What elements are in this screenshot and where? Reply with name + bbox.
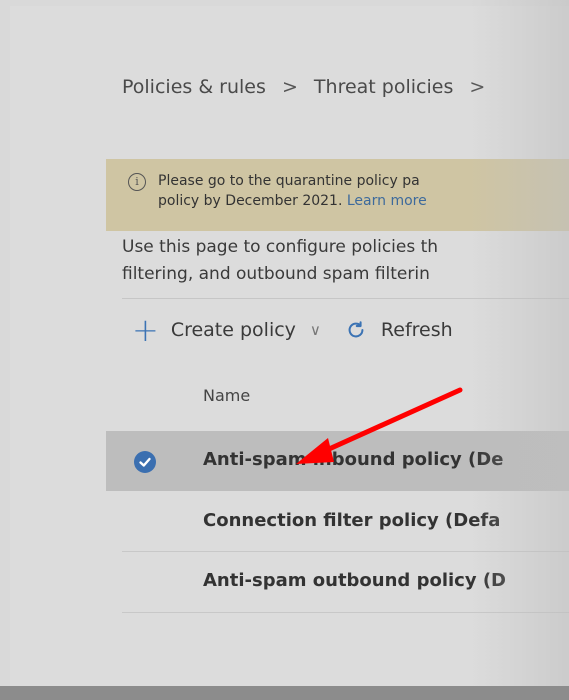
app-window: Policies & rules > Threat policies > i P… xyxy=(0,0,569,700)
red-arrow-annotation xyxy=(296,387,463,464)
